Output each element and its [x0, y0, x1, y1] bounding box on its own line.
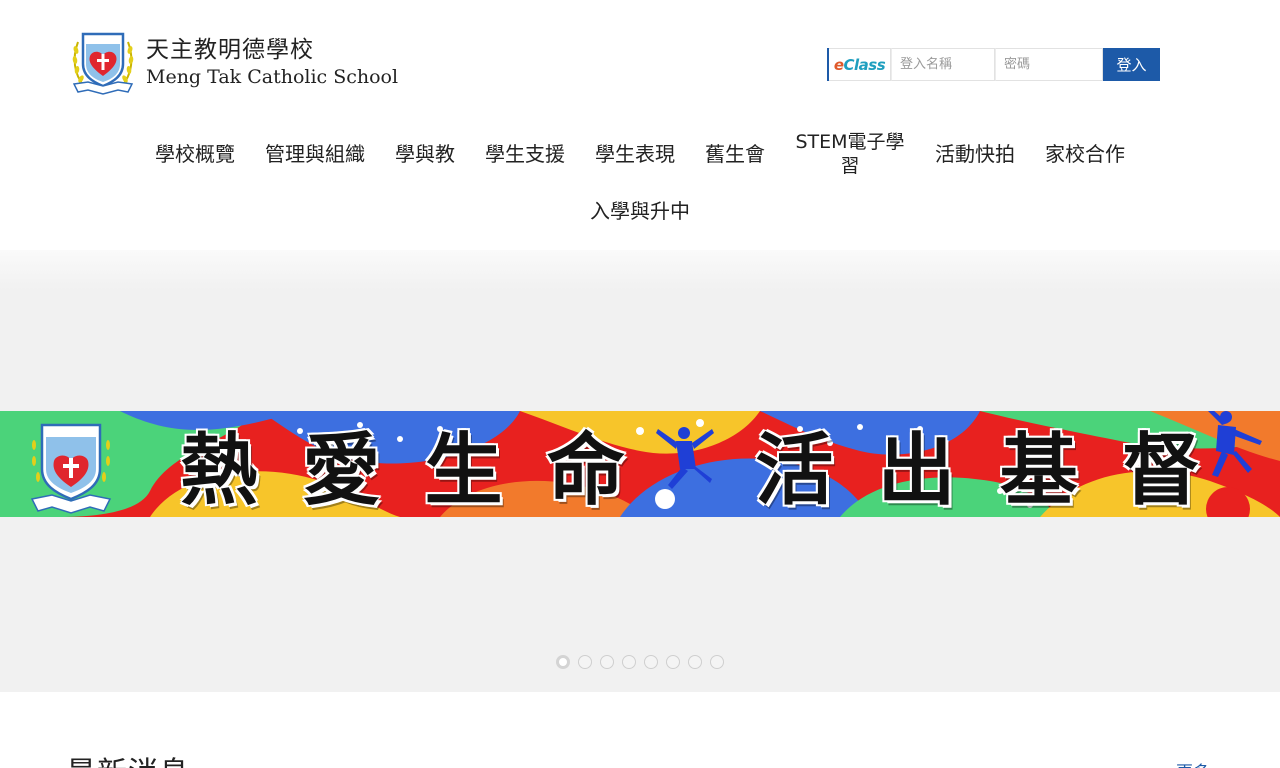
eclass-logo: eClass	[829, 48, 891, 81]
slider-pagination	[0, 655, 1280, 669]
slider-dot-1[interactable]	[556, 655, 570, 669]
nav-item-management[interactable]: 管理與組織	[250, 142, 380, 166]
slider-dot-2[interactable]	[578, 655, 592, 669]
news-more-link[interactable]: 更多	[1176, 758, 1210, 768]
banner-slogan-char: 命	[546, 425, 626, 517]
password-input[interactable]	[995, 48, 1103, 81]
nav-item-alumni[interactable]: 舊生會	[690, 142, 780, 166]
school-name-block: 天主教明德學校 Meng Tak Catholic School	[146, 36, 398, 90]
banner-slogan-char: 出	[876, 425, 956, 517]
banner-slogan-char: 熱	[179, 425, 259, 517]
eclass-brand-e: e	[833, 55, 844, 74]
school-crest-icon	[72, 32, 134, 95]
site-header: 天主教明德學校 Meng Tak Catholic School eClass …	[0, 0, 1280, 250]
slider-dot-4[interactable]	[622, 655, 636, 669]
banner-slogan-char: 愛	[301, 425, 381, 517]
main-navigation: 學校概覽 管理與組織 學與教 學生支援 學生表現 舊生會 STEM電子學習 活動…	[0, 128, 1280, 237]
banner-slogan-char: 活	[754, 425, 834, 517]
username-input[interactable]	[891, 48, 995, 81]
nav-item-student-support[interactable]: 學生支援	[470, 142, 580, 166]
nav-row-2: 入學與升中	[0, 185, 1280, 237]
school-name-chinese: 天主教明德學校	[146, 37, 314, 63]
eclass-brand-text: eClass	[833, 55, 886, 74]
page: 天主教明德學校 Meng Tak Catholic School eClass …	[0, 0, 1280, 768]
nav-item-home-school[interactable]: 家校合作	[1030, 142, 1140, 166]
slide-banner[interactable]: 熱 愛 生 命 活 出 基 督	[0, 411, 1280, 517]
nav-item-stem-elearning[interactable]: STEM電子學習	[780, 130, 920, 178]
slider-dot-8[interactable]	[710, 655, 724, 669]
slider-dot-5[interactable]	[644, 655, 658, 669]
nav-item-school-overview[interactable]: 學校概覽	[140, 142, 250, 166]
eclass-brand-class: Class	[843, 55, 886, 74]
banner-slogan-char: 基	[999, 425, 1079, 517]
nav-row-1: 學校概覽 管理與組織 學與教 學生支援 學生表現 舊生會 STEM電子學習 活動…	[0, 128, 1280, 180]
school-logo-link[interactable]: 天主教明德學校 Meng Tak Catholic School	[70, 30, 398, 96]
nav-item-student-performance[interactable]: 學生表現	[580, 142, 690, 166]
nav-item-admission[interactable]: 入學與升中	[575, 199, 705, 223]
banner-slogan: 熱 愛 生 命 活 出 基 督	[160, 413, 1220, 517]
nav-item-activity-snapshots[interactable]: 活動快拍	[920, 142, 1030, 166]
hero-slider: 熱 愛 生 命 活 出 基 督	[0, 250, 1280, 692]
slider-dot-6[interactable]	[666, 655, 680, 669]
banner-slogan-char: 督	[1121, 425, 1201, 517]
login-button[interactable]: 登入	[1103, 48, 1160, 81]
nav-item-learning-teaching[interactable]: 學與教	[380, 142, 470, 166]
news-section-title: 最新消息	[66, 748, 190, 768]
banner-slogan-char: 生	[423, 425, 503, 517]
slider-dot-3[interactable]	[600, 655, 614, 669]
slider-dot-7[interactable]	[688, 655, 702, 669]
eclass-login-form: eClass 登入	[827, 48, 1160, 81]
school-name-english: Meng Tak Catholic School	[146, 66, 399, 88]
